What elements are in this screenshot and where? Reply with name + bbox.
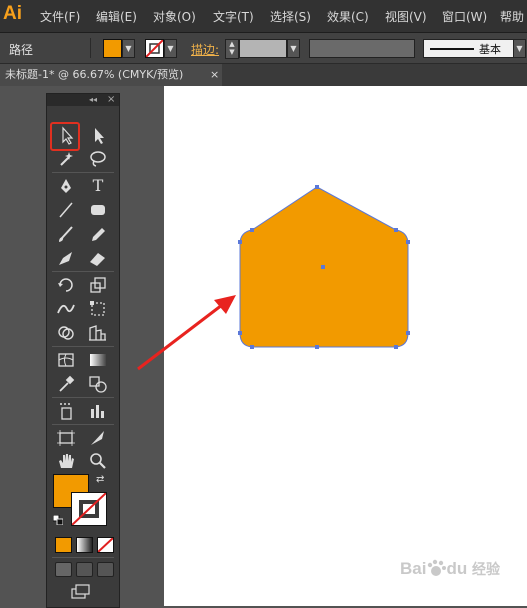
draw-behind-button[interactable] (76, 562, 93, 577)
pencil-tool[interactable] (87, 224, 109, 244)
screen-mode-icon (71, 584, 90, 599)
collapse-panel-icon[interactable]: ◂◂ (89, 95, 97, 104)
draw-inside-button[interactable] (97, 562, 114, 577)
close-panel-icon[interactable]: × (107, 94, 115, 105)
watermark-suffix: 经验 (471, 561, 500, 577)
width-icon (57, 304, 75, 314)
magic-wand-tool[interactable] (55, 149, 77, 169)
blend-tool[interactable] (87, 374, 109, 394)
no-stroke-indicator-icon (72, 493, 106, 525)
lasso-icon (90, 151, 106, 167)
type-tool[interactable]: T (87, 176, 109, 196)
red-arrow-line (137, 303, 223, 371)
rotate-tool[interactable] (55, 275, 77, 295)
pen-icon (61, 179, 71, 193)
rounded-rectangle-icon (91, 205, 105, 215)
line-segment-tool[interactable] (55, 200, 77, 220)
free-transform-icon (90, 301, 105, 316)
eraser-tool[interactable] (87, 248, 109, 268)
rounded-rectangle-tool[interactable] (87, 200, 109, 220)
hand-tool[interactable] (55, 451, 77, 471)
free-transform-tool[interactable] (87, 299, 109, 319)
center-point (321, 265, 325, 269)
direct-selection-arrow-icon (95, 128, 104, 144)
shape-builder-tool[interactable] (55, 323, 77, 343)
width-tool[interactable] (55, 299, 77, 319)
hand-icon (59, 454, 74, 468)
tools-panel: ◂◂ × T ⇄ (46, 93, 120, 608)
scale-tool[interactable] (87, 275, 109, 295)
red-arrow-head (214, 295, 236, 314)
column-graph-tool[interactable] (87, 401, 109, 421)
slice-icon (91, 431, 104, 445)
slice-tool[interactable] (87, 428, 109, 448)
mesh-icon (58, 353, 74, 367)
artboard-icon (57, 430, 75, 446)
eraser-icon (90, 253, 105, 266)
tools-panel-header[interactable]: ◂◂ × (47, 94, 119, 106)
scale-icon (90, 277, 106, 293)
gradient-icon (90, 354, 106, 366)
stroke-color-box[interactable] (71, 492, 107, 526)
perspective-grid-icon (89, 325, 106, 341)
color-mode-button[interactable] (55, 537, 72, 553)
blend-icon (89, 376, 107, 393)
line-icon (59, 202, 73, 218)
selection-tool-highlight (50, 122, 80, 151)
mesh-tool[interactable] (55, 350, 77, 370)
blob-brush-icon (59, 252, 72, 265)
none-icon (98, 538, 113, 552)
default-fill-stroke-icon[interactable] (52, 514, 64, 526)
zoom-icon (90, 453, 106, 469)
shape-builder-icon (58, 326, 74, 340)
watermark-brand: Bai (400, 559, 427, 578)
lasso-tool[interactable] (87, 149, 109, 169)
rotate-icon (58, 278, 73, 292)
magic-wand-icon (60, 152, 73, 166)
screen-mode-button[interactable] (70, 584, 92, 600)
gradient-tool[interactable] (87, 350, 109, 370)
blob-brush-tool[interactable] (55, 248, 77, 268)
paw-icon (428, 559, 447, 576)
none-mode-button[interactable] (97, 537, 114, 553)
eyedropper-tool[interactable] (55, 374, 77, 394)
watermark-brand-2: du (446, 559, 468, 578)
column-graph-icon (91, 405, 104, 418)
pen-tool[interactable] (55, 176, 77, 196)
artboard-tool[interactable] (55, 428, 77, 448)
gradient-mode-button[interactable] (76, 537, 93, 553)
pencil-icon (92, 228, 105, 241)
swap-fill-stroke-icon[interactable]: ⇄ (96, 474, 108, 486)
draw-normal-button[interactable] (55, 562, 72, 577)
baidu-jingyan-watermark: Bai du 经验 (400, 559, 520, 589)
paintbrush-tool[interactable] (55, 224, 77, 244)
symbol-sprayer-icon (60, 403, 72, 420)
paintbrush-icon (59, 226, 73, 242)
perspective-grid-tool[interactable] (87, 323, 109, 343)
direct-selection-tool[interactable] (87, 126, 109, 146)
eyedropper-icon (59, 375, 75, 392)
symbol-sprayer-tool[interactable] (55, 401, 77, 421)
zoom-tool[interactable] (87, 451, 109, 471)
